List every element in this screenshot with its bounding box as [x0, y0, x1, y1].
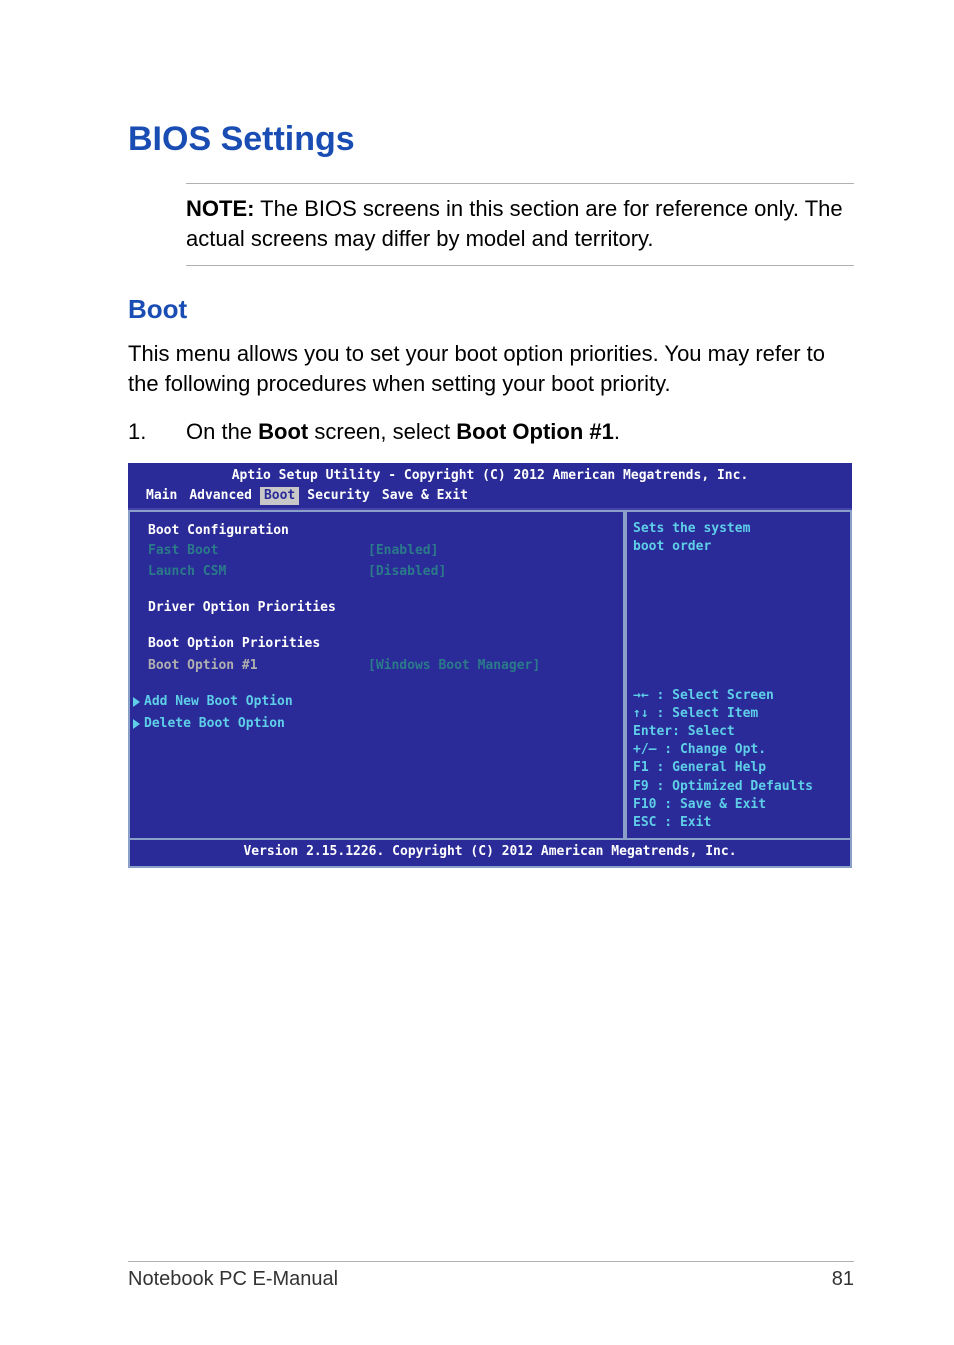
step-text-bold1: Boot [258, 419, 308, 444]
note-label: NOTE: [186, 196, 254, 221]
bios-utility-title: Aptio Setup Utility - Copyright (C) 2012… [134, 465, 846, 485]
step-text-bold2: Boot Option #1 [456, 419, 614, 444]
step-text: On the Boot screen, select Boot Option #… [186, 419, 854, 445]
key-change-opt: +/— : Change Opt. [633, 741, 844, 759]
boot-option-1-value[interactable]: [Windows Boot Manager] [368, 657, 611, 675]
triangle-icon [133, 697, 140, 707]
key-general-help: F1 : General Help [633, 759, 844, 777]
delete-boot-option[interactable]: Delete Boot Option [148, 715, 611, 733]
step-text-post: . [614, 419, 620, 444]
section-heading-boot: Boot [128, 294, 854, 325]
fast-boot-value[interactable]: [Enabled] [368, 542, 611, 560]
bios-screenshot: Aptio Setup Utility - Copyright (C) 2012… [128, 463, 852, 869]
boot-option-1-row[interactable]: Boot Option #1 [Windows Boot Manager] [148, 657, 611, 675]
key-esc: ESC : Exit [633, 814, 844, 832]
key-enter: Enter: Select [633, 723, 844, 741]
triangle-icon [133, 719, 140, 729]
step-text-mid: screen, select [308, 419, 456, 444]
launch-csm-value[interactable]: [Disabled] [368, 563, 611, 581]
boot-configuration-heading: Boot Configuration [148, 522, 611, 540]
note-text: The BIOS screens in this section are for… [186, 196, 843, 251]
step-1: 1. On the Boot screen, select Boot Optio… [128, 419, 854, 445]
tab-boot[interactable]: Boot [260, 487, 299, 505]
key-optimized-defaults: F9 : Optimized Defaults [633, 778, 844, 796]
key-save-exit: F10 : Save & Exit [633, 796, 844, 814]
launch-csm-row[interactable]: Launch CSM [Disabled] [148, 563, 611, 581]
footer-left: Notebook PC E-Manual [128, 1268, 338, 1291]
launch-csm-label: Launch CSM [148, 563, 368, 581]
tab-save-exit[interactable]: Save & Exit [378, 487, 472, 505]
boot-option-priorities: Boot Option Priorities [148, 635, 611, 653]
fast-boot-row[interactable]: Fast Boot [Enabled] [148, 542, 611, 560]
tab-advanced[interactable]: Advanced [185, 487, 256, 505]
driver-option-priorities: Driver Option Priorities [148, 599, 611, 617]
add-new-boot-option[interactable]: Add New Boot Option [148, 693, 611, 711]
boot-option-1-label: Boot Option #1 [148, 657, 368, 675]
bios-right-panel: Sets the system boot order →← : Select S… [627, 510, 852, 840]
fast-boot-label: Fast Boot [148, 542, 368, 560]
bios-tabs: Main Advanced Boot Security Save & Exit [134, 485, 846, 508]
bios-left-panel: Boot Configuration Fast Boot [Enabled] L… [128, 510, 627, 840]
tab-main[interactable]: Main [142, 487, 181, 505]
page-footer: Notebook PC E-Manual 81 [128, 1261, 854, 1291]
bios-header: Aptio Setup Utility - Copyright (C) 2012… [128, 463, 852, 508]
bios-version-footer: Version 2.15.1226. Copyright (C) 2012 Am… [128, 840, 852, 868]
key-legend: →← : Select Screen ↑↓ : Select Item Ente… [633, 687, 844, 833]
help-line-1: Sets the system [633, 520, 844, 538]
help-line-2: boot order [633, 538, 844, 556]
intro-paragraph: This menu allows you to set your boot op… [128, 339, 854, 398]
step-text-pre: On the [186, 419, 258, 444]
add-new-boot-option-label: Add New Boot Option [144, 694, 293, 709]
tab-security[interactable]: Security [303, 487, 374, 505]
delete-boot-option-label: Delete Boot Option [144, 716, 285, 731]
help-text: Sets the system boot order [633, 520, 844, 660]
page-title: BIOS Settings [128, 120, 854, 159]
step-number: 1. [128, 419, 186, 445]
bios-body: Boot Configuration Fast Boot [Enabled] L… [128, 508, 852, 840]
key-select-item: ↑↓ : Select Item [633, 705, 844, 723]
note-block: NOTE: The BIOS screens in this section a… [186, 183, 854, 266]
footer-page-number: 81 [832, 1268, 854, 1291]
key-select-screen: →← : Select Screen [633, 687, 844, 705]
